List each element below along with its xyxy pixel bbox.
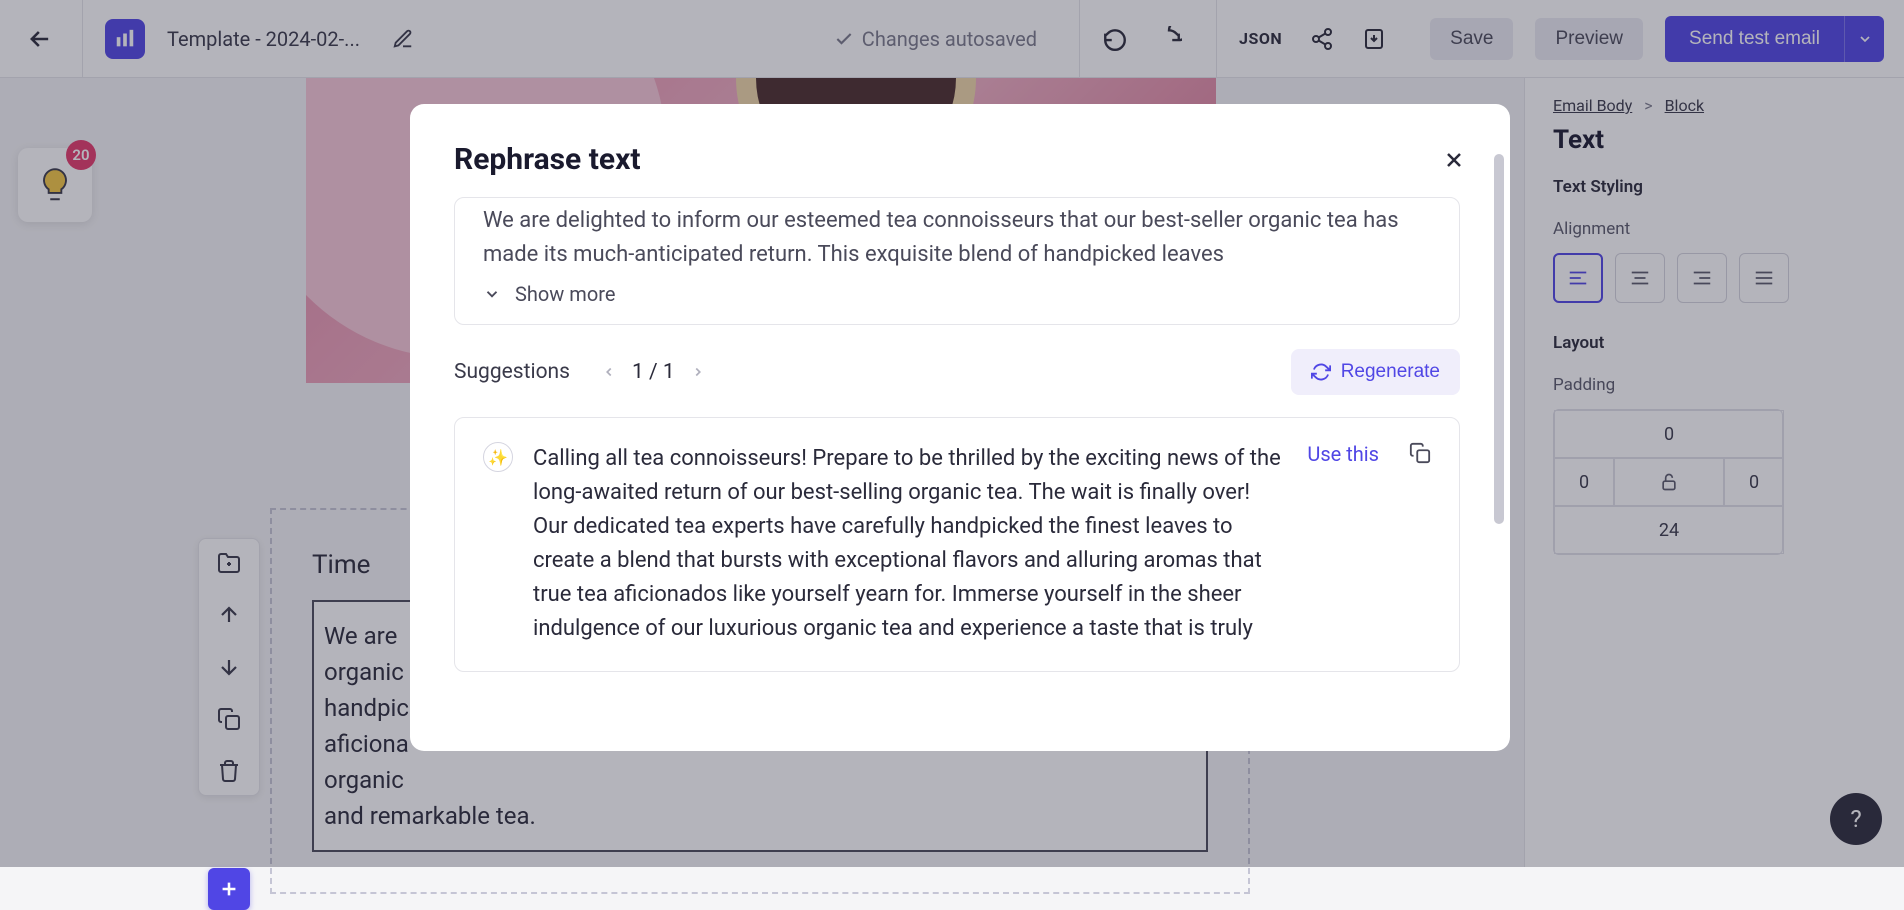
pager: 1 / 1 [602, 360, 705, 384]
suggestion-text: Calling all tea connoisseurs! Prepare to… [533, 442, 1287, 647]
close-icon[interactable] [1442, 148, 1466, 172]
scrollbar[interactable] [1494, 154, 1504, 524]
show-more-button[interactable]: Show more [483, 282, 1431, 306]
regenerate-button[interactable]: Regenerate [1291, 349, 1460, 395]
use-this-button[interactable]: Use this [1307, 442, 1379, 466]
original-text: We are delighted to inform our esteemed … [483, 204, 1431, 268]
modal-title: Rephrase text [454, 142, 641, 177]
add-block-button[interactable] [208, 868, 250, 910]
ai-icon: ✨ [483, 442, 513, 472]
modal-body: We are delighted to inform our esteemed … [454, 197, 1490, 731]
suggestions-label: Suggestions [454, 360, 570, 384]
pager-next-icon[interactable] [691, 365, 705, 379]
copy-icon[interactable] [1409, 442, 1431, 464]
suggestion-card: ✨ Calling all tea connoisseurs! Prepare … [454, 417, 1460, 672]
pager-prev-icon[interactable] [602, 365, 616, 379]
rephrase-modal: Rephrase text We are delighted to inform… [410, 104, 1510, 751]
pager-count: 1 / 1 [632, 360, 675, 384]
suggestions-header: Suggestions 1 / 1 Regenerate [454, 349, 1460, 395]
original-text-box: We are delighted to inform our esteemed … [454, 197, 1460, 325]
